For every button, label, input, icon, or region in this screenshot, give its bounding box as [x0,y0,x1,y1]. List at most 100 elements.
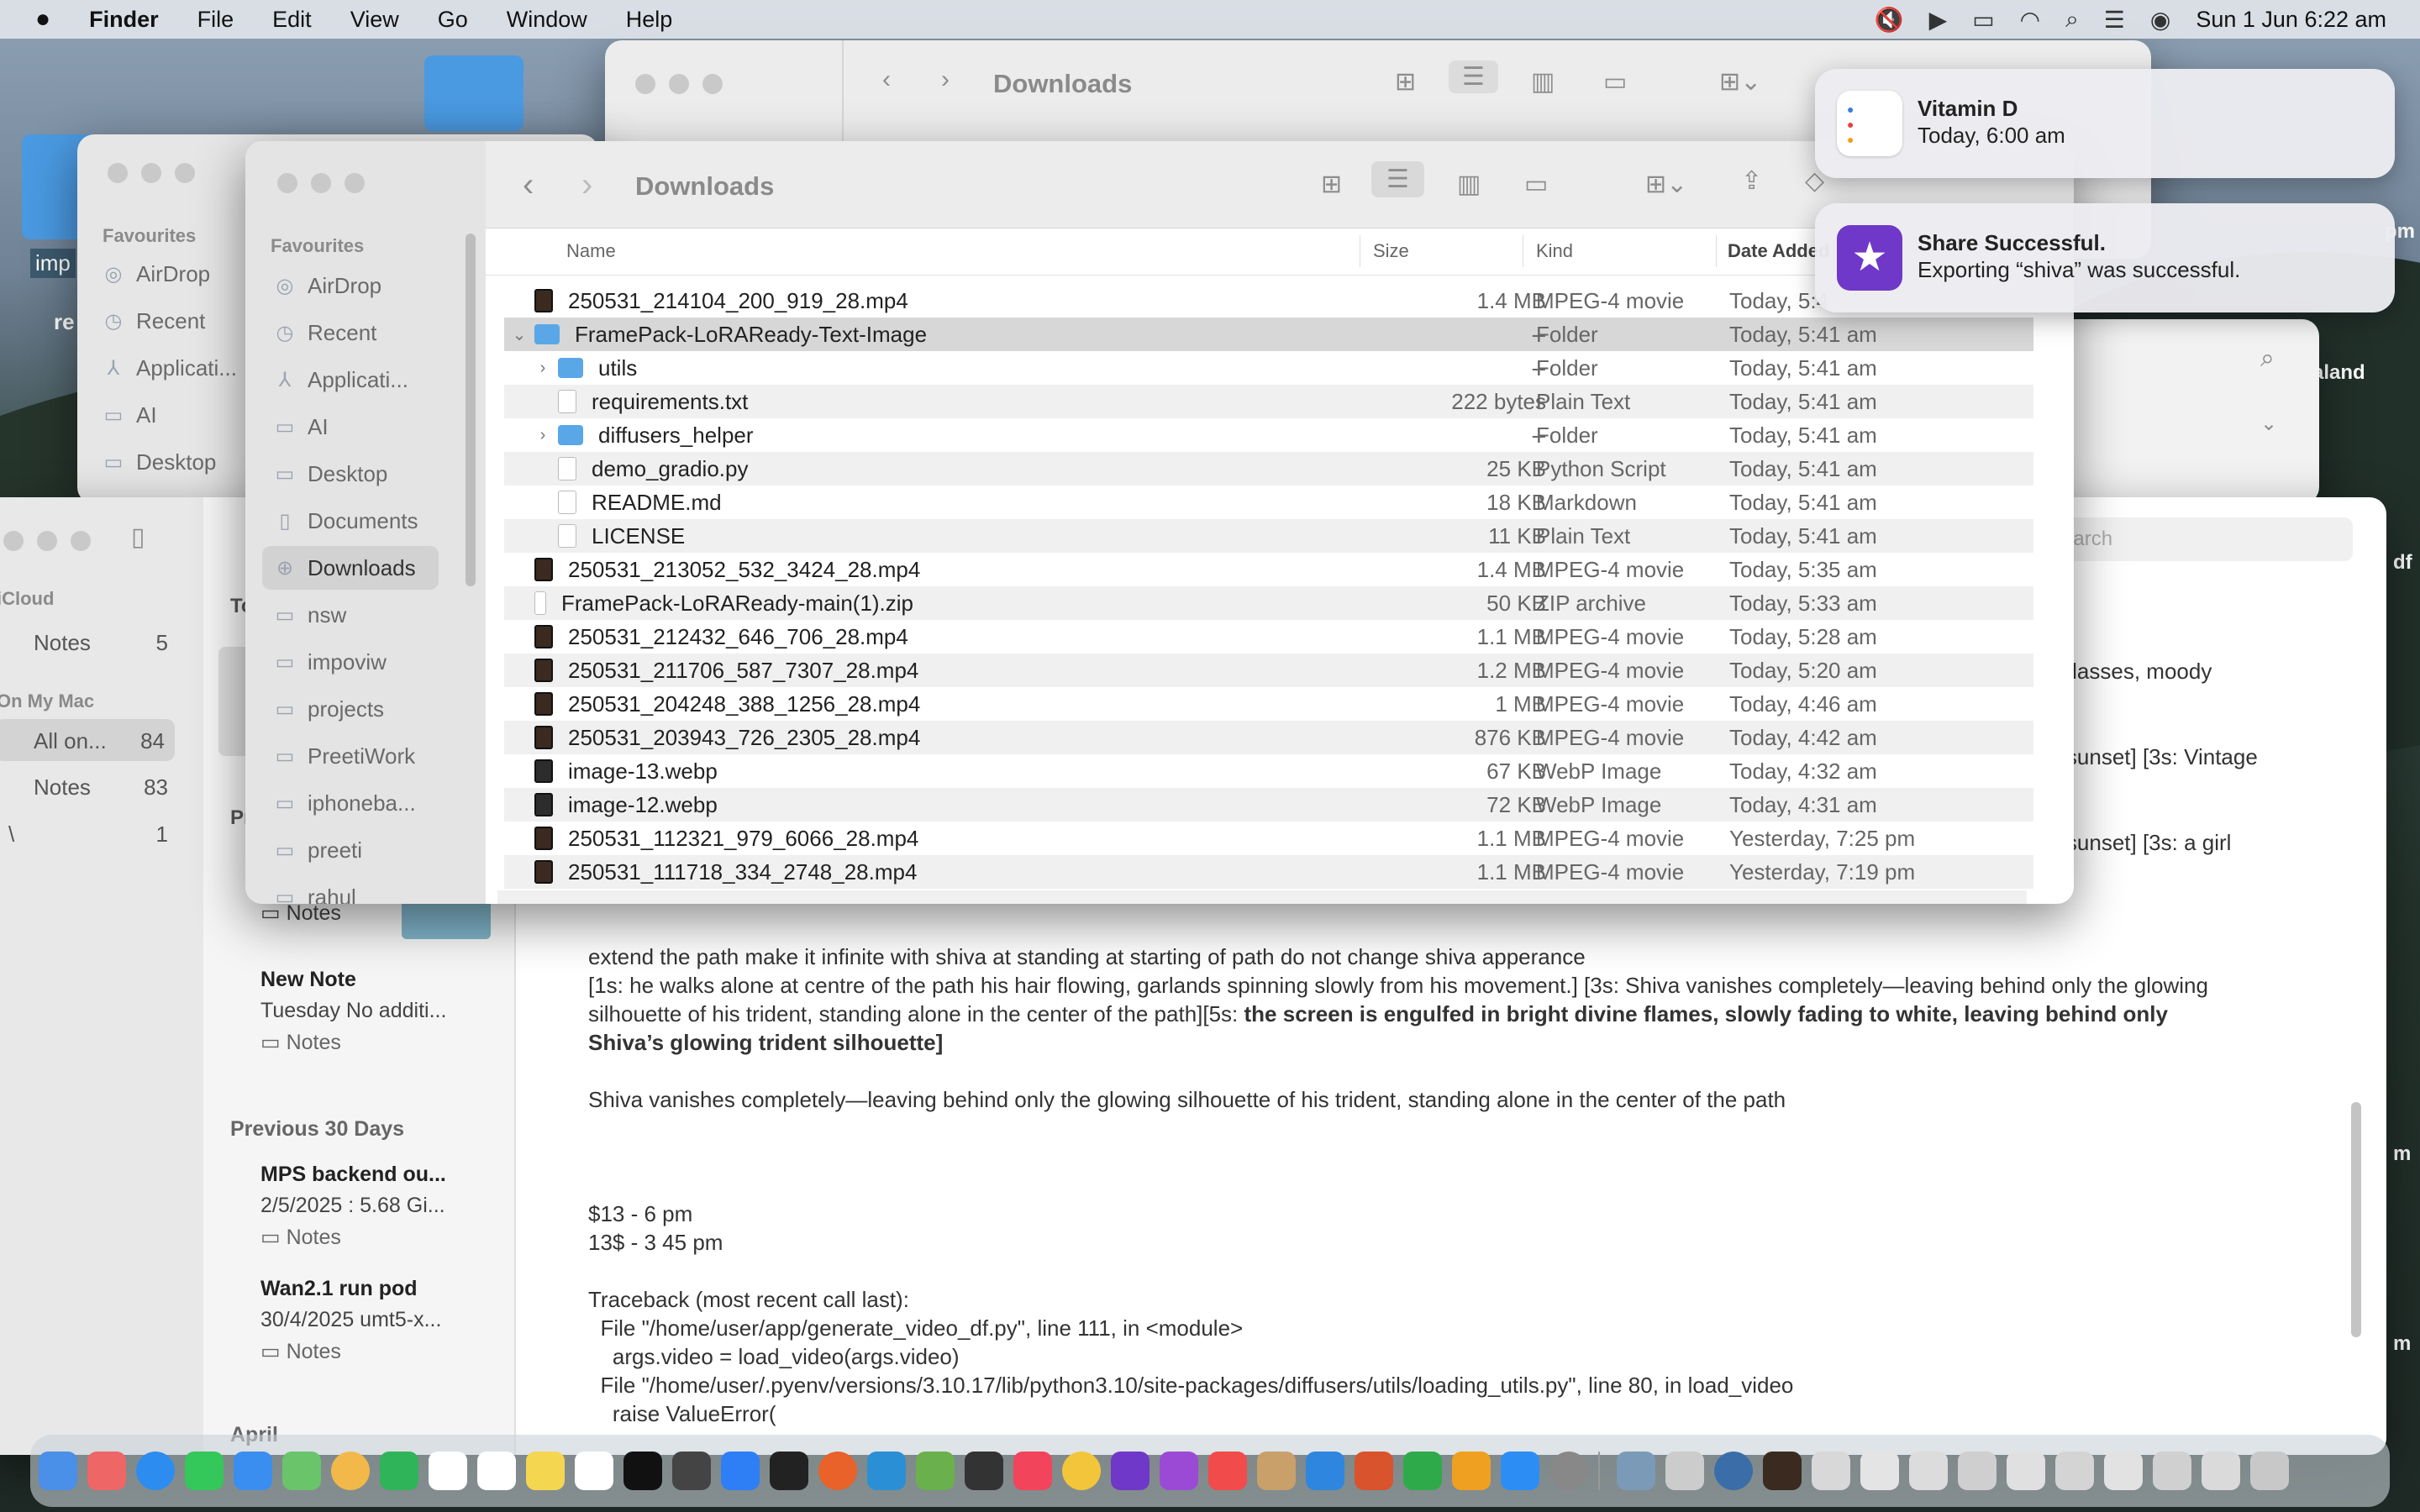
file-row[interactable]: 250531_111718_334_2748_28.mp4 1.1 MB MPEG-… [504,855,2033,889]
file-row[interactable]: 250531_213052_532_3424_28.mp4 1.4 MB MPEG-… [504,553,2033,586]
mail-icon[interactable] [234,1452,272,1490]
file-row[interactable]: 250531_203943_726_2305_28.mp4 876 KB MPEG-… [504,721,2033,754]
quicktime-icon[interactable] [1714,1452,1753,1490]
file-row[interactable]: FramePack-LoRAReady-main(1).zip 50 KB ZIP … [504,586,2033,620]
file-row-partial[interactable] [497,890,2027,904]
window-controls[interactable] [108,163,208,183]
file-row[interactable]: 250531_214104_200_919_28.mp4 1.4 MB MPEG-4… [504,284,2033,318]
tv-icon[interactable] [623,1452,662,1490]
column-header-kind[interactable]: Kind [1536,240,1573,262]
sidebar-item-rahul[interactable]: ▭ rahul [262,875,439,905]
sidebar-item-impoviw[interactable]: ▭ impoviw [262,640,439,684]
facetime-icon[interactable] [380,1452,418,1490]
icon-view-icon[interactable]: ⊞ [1321,170,1342,199]
group-icon[interactable]: ⊞⌄ [1645,170,1687,199]
android-icon[interactable] [916,1452,955,1490]
printer-icon[interactable] [1665,1452,1704,1490]
pages-icon[interactable] [1452,1452,1491,1490]
share-icon[interactable]: ⇪ [1741,166,1762,196]
sidebar-item-desktop[interactable]: ▭ Desktop [91,440,267,484]
file-row[interactable]: demo_gradio.py 25 KB Python Script Today, 5… [504,452,2033,486]
sidebar-item-ai[interactable]: ▭ AI [262,405,439,449]
menu-view[interactable]: View [350,7,399,33]
menu-edit[interactable]: Edit [272,7,312,33]
sidebar-item-desktop[interactable]: ▭ Desktop [262,452,439,496]
chevron-down-icon[interactable]: ⌄ [2260,412,2277,436]
menu-go[interactable]: Go [438,7,468,33]
finder-window-front[interactable]: Favourites ◎ AirDrop ◷ Recent ⅄ Applicati..… [245,141,2074,904]
appstore-icon[interactable] [1501,1452,1539,1490]
notification-reminder[interactable]: ● ● ● Vitamin D Today, 6:00 am [1815,69,2395,178]
search-icon[interactable]: ⌕ [2065,6,2079,34]
disclosure-chevron-icon[interactable]: ⌄ [509,324,529,345]
sidebar-item-projects[interactable]: ▭ projects [262,687,439,731]
battery-icon[interactable]: ▭ [1972,6,1994,34]
file-row[interactable]: 250531_204248_388_1256_28.mp4 1 MB MPEG-4 … [504,687,2033,721]
sidebar-item-nsw[interactable]: ▭ nsw [262,593,439,637]
terminal-icon[interactable] [770,1452,808,1490]
control-center-icon[interactable]: ☰ [2104,6,2125,34]
minimized-window-icon[interactable] [1812,1452,1850,1490]
office-icon[interactable] [1355,1452,1393,1490]
maps-icon[interactable] [282,1452,321,1490]
notes-dock-icon[interactable] [526,1452,565,1490]
column-header-name[interactable]: Name [566,240,616,262]
desktop-folder-icon[interactable] [424,55,523,131]
mute-icon[interactable]: 🔇 [1875,6,1904,34]
list-view-icon[interactable]: ☰ [1371,161,1424,197]
music-icon[interactable] [1013,1452,1052,1490]
messages-icon[interactable] [185,1452,224,1490]
forward-icon[interactable]: › [941,66,950,94]
clock[interactable]: Sun 1 Jun 6:22 am [2196,7,2386,33]
siri-icon[interactable]: ◉ [2150,6,2170,34]
menu-window[interactable]: Window [507,7,587,33]
trash-icon[interactable] [2250,1452,2289,1490]
apple-icon[interactable]: ● [35,5,50,34]
folder-all-on-my-mac[interactable]: All on... 84 [0,719,175,761]
file-row[interactable]: requirements.txt 222 bytes Plain Text Today… [504,385,2033,418]
sidebar-toggle-icon[interactable]: ▯ [131,522,145,552]
folder-notes-local[interactable]: Notes 83 [0,768,168,806]
window-controls[interactable] [3,531,104,551]
file-row[interactable]: LICENSE 11 KB Plain Text Today, 5:41 am [504,519,2033,553]
launchpad-icon[interactable] [87,1452,126,1490]
folder-notes[interactable]: Notes 5 [0,623,168,662]
note-list-item[interactable]: MPS backend ou... 2/5/2025 : 5.68 Gi... … [260,1163,487,1250]
file-row[interactable]: 250531_211706_587_7307_28.mp4 1.2 MB MPEG-… [504,654,2033,687]
note-editor[interactable]: extend the path make it infinite with sh… [588,942,2361,1428]
photos-icon[interactable] [331,1452,370,1490]
file-row[interactable]: ⌄ FramePack-LoRAReady-Text-Image -- Folder T… [504,318,2033,351]
imovie-icon[interactable] [1111,1452,1150,1490]
forward-icon[interactable]: › [581,166,592,204]
column-view-icon[interactable]: ▥ [1531,67,1555,97]
chrome-icon[interactable] [1062,1452,1101,1490]
sidebar-item-recent[interactable]: ◷ Recent [262,311,439,354]
reminders-dock-icon[interactable] [477,1452,516,1490]
file-row[interactable]: image-13.webp 67 KB WebP Image Today, 4:32 … [504,754,2033,788]
menu-app-name[interactable]: Finder [89,7,159,33]
minimized-window-icon[interactable] [2104,1452,2143,1490]
disclosure-chevron-icon[interactable]: › [533,426,553,445]
minimized-window-icon[interactable] [2007,1452,2045,1490]
sidebar-scrollbar[interactable] [466,234,476,586]
app-icon[interactable] [672,1452,711,1490]
minimized-window-icon[interactable] [1763,1452,1802,1490]
file-row[interactable]: image-12.webp 72 KB WebP Image Today, 4:31 … [504,788,2033,822]
menu-help[interactable]: Help [626,7,673,33]
package-icon[interactable] [1257,1452,1296,1490]
podcasts-icon[interactable] [1160,1452,1198,1490]
back-icon[interactable]: ‹ [523,166,534,204]
safari-icon[interactable] [136,1452,175,1490]
window-controls[interactable] [635,74,736,94]
column-header-size[interactable]: Size [1373,240,1409,262]
icon-view-icon[interactable]: ⊞ [1395,67,1416,97]
background-window-right[interactable]: ⌕ ⌄ [2050,319,2319,504]
file-row[interactable]: › diffusers_helper -- Folder Today, 5:41 am [504,418,2033,452]
minimized-window-icon[interactable] [1958,1452,1996,1490]
sidebar-item-applications[interactable]: ⅄ Applicati... [262,358,439,402]
group-icon[interactable]: ⊞⌄ [1719,67,1761,97]
news-icon[interactable] [1208,1452,1247,1490]
numbers-icon[interactable] [1403,1452,1442,1490]
sidebar-item-preeti[interactable]: ▭ preeti [262,828,439,872]
sublime-icon[interactable] [965,1452,1003,1490]
